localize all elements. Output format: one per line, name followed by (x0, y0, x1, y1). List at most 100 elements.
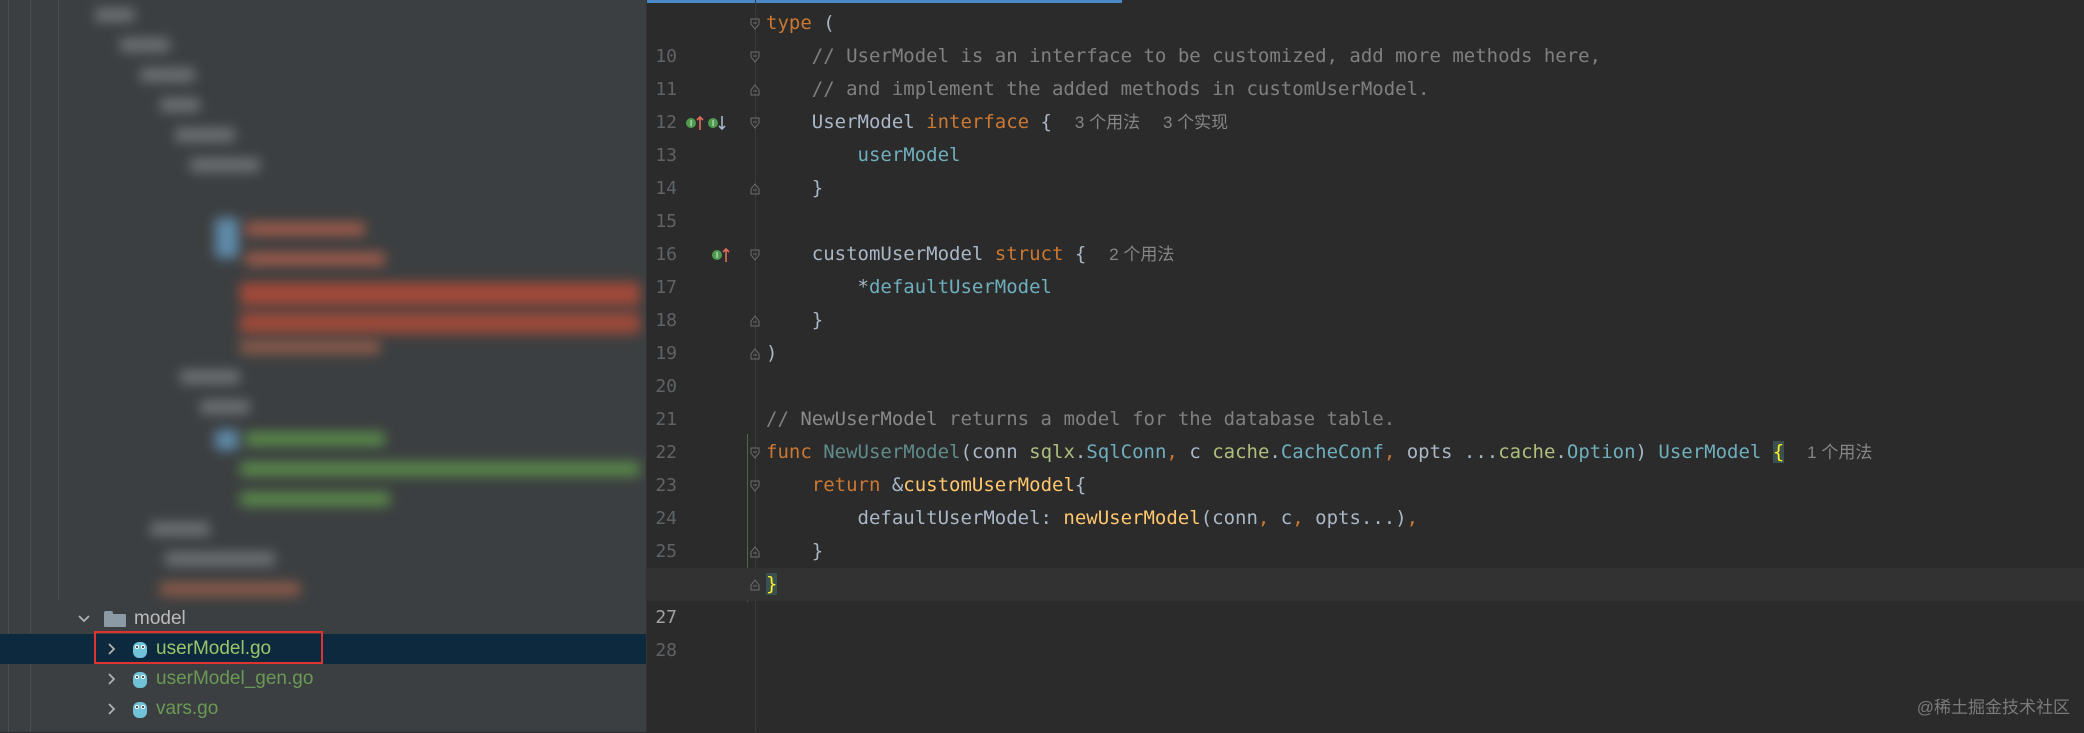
code-line[interactable]: 24 return &customUserModel{ (647, 469, 2084, 529)
gutter-icons[interactable]: I (711, 238, 731, 271)
fold-close-icon[interactable] (750, 183, 760, 195)
usages-inlay-hint: 3 个用法 (1074, 113, 1141, 132)
code-text: // UserModel is an interface to be custo… (811, 45, 1602, 67)
code-line[interactable]: 28 (647, 601, 2084, 661)
fold-close-icon[interactable] (750, 348, 760, 360)
obscured-tree-item (160, 98, 200, 112)
fold-open-icon[interactable] (750, 51, 760, 63)
code-text: type ( (766, 12, 835, 34)
code-line[interactable]: 11 // UserModel is an interface to be cu… (647, 40, 2084, 100)
obscured-tree-item (200, 400, 250, 414)
obscured-tree-item (215, 430, 239, 450)
code-text: defaultUserModel: newUserModel(conn, c, … (857, 507, 1419, 529)
obscured-tree-item (120, 38, 170, 52)
implementations-inlay-hint: 3 个实现 (1162, 113, 1229, 132)
code-text: userModel (857, 144, 961, 166)
fold-open-icon[interactable] (750, 249, 760, 261)
chevron-right-icon[interactable] (102, 669, 122, 689)
annotation-highlight-box (94, 631, 323, 664)
code-line[interactable]: 15 } (647, 172, 2084, 232)
obscured-tree-item (245, 432, 385, 446)
code-line-current[interactable]: 27 } (647, 568, 2084, 628)
fold-close-icon[interactable] (750, 579, 760, 591)
chevron-down-icon[interactable] (74, 609, 94, 629)
usages-inlay-hint: 1 个用法 (1807, 443, 1873, 462)
obscured-tree-item (160, 582, 300, 596)
tree-folder-model[interactable]: model (0, 604, 646, 634)
chevron-right-icon[interactable] (102, 699, 122, 719)
code-line[interactable]: 21 (647, 370, 2084, 430)
fold-open-icon[interactable] (750, 447, 760, 459)
fold-close-icon[interactable] (750, 84, 760, 96)
code-line[interactable]: 10 type ( (647, 7, 2084, 67)
obscured-tree-item (240, 312, 640, 334)
code-line[interactable]: 25 defaultUserModel: newUserModel(conn, … (647, 502, 2084, 562)
indent-guide (58, 0, 59, 600)
svg-text:I: I (690, 119, 692, 128)
code-text: // and implement the added methods in cu… (811, 78, 1430, 100)
code-line[interactable]: 14 userModel (647, 139, 2084, 199)
implemented-up-icon[interactable]: I (711, 246, 731, 264)
tree-folder-label: model (134, 608, 186, 629)
code-line[interactable]: 18 *defaultUserModel (647, 271, 2084, 331)
code-text: customUserModel struct { 2 个用法 (811, 243, 1175, 265)
tree-file-usermodel-gen[interactable]: userModel_gen.go (0, 664, 646, 694)
obscured-tree-item (165, 552, 275, 566)
code-line[interactable]: 23 func NewUserModel(conn sqlx.SqlConn, … (647, 436, 2084, 496)
code-line[interactable]: 19 } (647, 304, 2084, 364)
code-editor[interactable]: 10 type ( 11 // UserModel is an interfac… (647, 0, 2084, 732)
obscured-tree-item (240, 282, 640, 306)
code-text: } (811, 177, 824, 199)
matched-brace: { (1772, 441, 1785, 463)
fold-close-icon[interactable] (750, 315, 760, 327)
code-text: // NewUserModel returns a model for the … (766, 408, 1396, 430)
tree-file-label: userModel_gen.go (156, 668, 314, 689)
line-number: 28 (655, 640, 677, 661)
code-line[interactable]: 17 I customUserModel struct { 2 个用法 (647, 238, 2084, 298)
go-file-icon (132, 698, 148, 720)
gutter-icons[interactable]: I I (685, 106, 729, 139)
tree-file-label: vars.go (156, 698, 219, 719)
fold-open-icon[interactable] (750, 18, 760, 30)
obscured-tree-item (215, 218, 239, 258)
code-text: } (811, 309, 824, 331)
code-line[interactable]: 20 ) (647, 337, 2084, 397)
obscured-tree-item (245, 252, 385, 266)
code-text: ) (766, 342, 778, 364)
implemented-up-icon[interactable]: I (685, 114, 705, 132)
code-text: } (766, 568, 778, 601)
obscured-tree-item (240, 462, 640, 476)
obscured-tree-item (190, 158, 260, 172)
svg-text:I: I (712, 119, 714, 128)
obscured-tree-item (240, 340, 380, 354)
code-text: return &customUserModel{ (811, 474, 1087, 496)
code-line[interactable]: 12 // and implement the added methods in… (647, 73, 2084, 133)
fold-open-icon[interactable] (750, 117, 760, 129)
watermark: @稀土掘金技术社区 (1916, 698, 2070, 717)
usages-inlay-hint: 2 个用法 (1109, 245, 1175, 264)
code-text: *defaultUserModel (857, 276, 1052, 298)
code-line[interactable]: 13 I I UserModel interface { 3 个用法 3 个实现 (647, 106, 2084, 166)
obscured-tree-item (245, 222, 365, 236)
svg-text:I: I (716, 251, 718, 260)
obscured-tree-item (175, 128, 235, 142)
active-tab-indicator (647, 0, 1122, 3)
implementations-down-icon[interactable]: I (707, 114, 729, 132)
code-line[interactable]: 26 } (647, 535, 2084, 595)
fold-close-icon[interactable] (750, 546, 760, 558)
obscured-tree-item (240, 492, 390, 506)
fold-open-icon[interactable] (750, 480, 760, 492)
obscured-tree-item (180, 370, 240, 384)
tree-file-vars[interactable]: vars.go (0, 694, 646, 724)
go-file-icon (132, 668, 148, 690)
matched-brace: } (766, 573, 778, 595)
code-text: func NewUserModel(conn sqlx.SqlConn, c c… (766, 441, 1873, 463)
code-line[interactable]: 22 // NewUserModel returns a model for t… (647, 403, 2084, 463)
folder-icon (104, 611, 126, 627)
obscured-tree-item (95, 8, 135, 22)
obscured-tree-item (150, 522, 210, 536)
code-line[interactable]: 16 (647, 205, 2084, 265)
obscured-tree-item (140, 68, 195, 82)
code-text: UserModel interface { 3 个用法 3 个实现 (811, 111, 1229, 133)
code-text: } (811, 540, 824, 562)
